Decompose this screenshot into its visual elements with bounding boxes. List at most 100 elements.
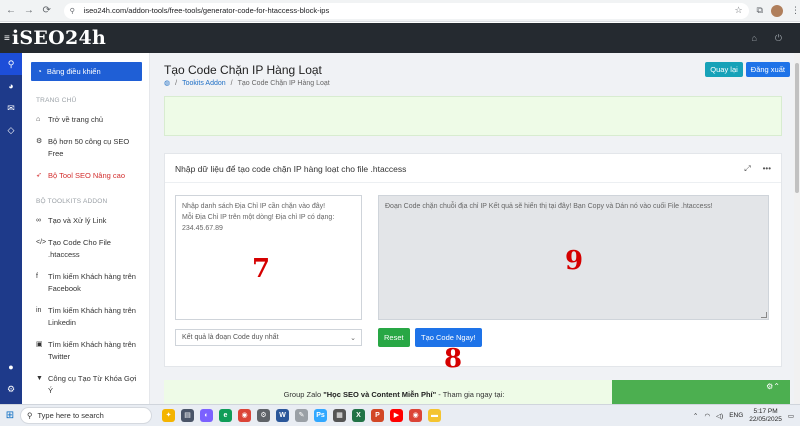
sidebar-item-label: Tìm kiếm Khách hàng trên Linkedin: [48, 306, 136, 327]
sidebar-item-links[interactable]: ∞ Tạo và Xử lý Link: [22, 215, 149, 227]
profile-avatar[interactable]: [770, 4, 783, 17]
chrome-icon[interactable]: ◉: [409, 409, 422, 422]
breadcrumb-separator: /: [230, 79, 233, 87]
app-icon[interactable]: ▦: [333, 409, 346, 422]
url-text: iseo24h.com/addon-tools/free-tools/gener…: [83, 6, 330, 15]
zalo-banner: Group Zalo "Học SEO và Content Miễn Phí"…: [164, 380, 624, 404]
settings-gear-icon[interactable]: ⚙: [0, 378, 22, 400]
site-logo[interactable]: iSEO24h: [12, 27, 106, 49]
photoshop-icon[interactable]: Ps: [314, 409, 327, 422]
forward-icon[interactable]: →: [22, 4, 36, 18]
powerpoint-icon[interactable]: P: [371, 409, 384, 422]
extensions-icon[interactable]: ⧉: [757, 5, 763, 16]
edge-icon[interactable]: e: [219, 409, 232, 422]
chrome-icon[interactable]: ◉: [238, 409, 251, 422]
output-placeholder: Đoạn Code chặn chuỗi địa chỉ IP Kết quả …: [385, 203, 713, 210]
user-icon[interactable]: ●: [0, 356, 22, 378]
youtube-icon[interactable]: ▶: [390, 409, 403, 422]
address-bar[interactable]: ⚲ iseo24h.com/addon-tools/free-tools/gen…: [63, 2, 749, 19]
sidebar-item-label: Công cụ Tạo Từ Khóa Gợi Ý: [48, 374, 137, 395]
sidebar-item-label: Tìm kiếm Khách hàng trên Twitter: [48, 340, 136, 361]
twitter-icon: ▣: [36, 341, 43, 348]
facebook-icon: f: [36, 273, 38, 280]
chat-widget[interactable]: ⚙⌃: [612, 380, 790, 404]
taskbar: ⊞ ⚲ Type here to search ✦ ▤ ◐ e ◉ ⚙ W ✎ …: [0, 404, 800, 426]
tool-icon[interactable]: ✎: [295, 409, 308, 422]
folder-icon[interactable]: ▬: [428, 409, 441, 422]
language-indicator[interactable]: ENG: [729, 412, 743, 419]
brand[interactable]: ≡ iSEO24h: [0, 27, 150, 49]
annotation-number-input: 7: [252, 254, 271, 284]
app-header: ≡ iSEO24h ⌂ ⏻: [0, 23, 800, 53]
search-icon[interactable]: ⚲: [0, 53, 22, 75]
notice-box: [164, 96, 782, 136]
settings-icon[interactable]: ⚙: [257, 409, 270, 422]
breadcrumb-current: Tạo Code Chặn IP Hàng Loạt: [237, 79, 330, 87]
linkedin-icon: in: [36, 307, 42, 314]
gauge-icon: ◔: [37, 67, 42, 76]
sidebar-item-twitter[interactable]: ▣ Tìm kiếm Khách hàng trên Twitter: [22, 339, 149, 363]
sidebar-item-label: Tìm kiếm Khách hàng trên Facebook: [48, 272, 136, 293]
excel-icon[interactable]: X: [352, 409, 365, 422]
word-icon[interactable]: W: [276, 409, 289, 422]
cog-icon: ⚙: [36, 138, 43, 145]
notifications-icon[interactable]: ▭: [788, 412, 794, 420]
back-button[interactable]: Quay lại: [705, 62, 743, 77]
sidebar-item-free-tools[interactable]: ⚙ Bộ hơn 50 công cụ SEO Free: [22, 136, 149, 160]
site-info-icon[interactable]: ⚲: [70, 7, 80, 15]
card-divider: [165, 182, 781, 183]
page-title: Tạo Code Chặn IP Hàng Loạt: [164, 63, 322, 77]
taskbar-search[interactable]: ⚲ Type here to search: [20, 407, 152, 424]
filter-icon: ▼: [36, 375, 43, 382]
clock-date: 22/05/2025: [749, 415, 782, 423]
globe-icon[interactable]: ◍: [164, 79, 170, 87]
menu-icon[interactable]: ≡: [4, 33, 10, 44]
bookmark-star-icon[interactable]: ☆: [734, 5, 742, 16]
sidebar-item-advanced-tools[interactable]: ➶ Bộ Tool SEO Nâng cao: [22, 170, 149, 182]
rocket-icon: ➶: [36, 172, 42, 179]
logout-button[interactable]: Đăng xuất: [745, 62, 790, 77]
tray-chevron-up-icon[interactable]: ⌃: [693, 412, 698, 420]
windows-start-icon[interactable]: ⊞: [0, 405, 20, 426]
breadcrumb: ◍ / Tookits Addon / Tạo Code Chặn IP Hàn…: [164, 79, 330, 88]
scrollbar-thumb[interactable]: [795, 63, 799, 193]
expand-icon[interactable]: ⤢: [744, 164, 750, 174]
dashboard-icon[interactable]: ◕: [0, 75, 22, 97]
volume-icon[interactable]: ◁): [716, 412, 723, 420]
icon-rail: ⚲ ◕ ✉ ◇ ● ⚙: [0, 53, 22, 404]
diamond-icon[interactable]: ◇: [0, 119, 22, 141]
back-icon[interactable]: ←: [4, 4, 18, 18]
code-icon: </>: [36, 239, 47, 246]
sidebar-dashboard-button[interactable]: ◔ Bảng điều khiển: [31, 62, 142, 81]
sidebar-item-keywords[interactable]: ▼ Công cụ Tạo Từ Khóa Gợi Ý: [22, 373, 149, 397]
zalo-prefix: Group Zalo: [283, 390, 324, 399]
reload-icon[interactable]: ⟳: [40, 4, 54, 18]
sidebar-section-home: TRANG CHỦ: [36, 97, 77, 104]
select-value: Kết quả là đoạn Code duy nhất: [182, 334, 279, 341]
page-scrollbar[interactable]: [794, 53, 800, 404]
house-icon: ⌂: [36, 116, 41, 123]
sidebar-item-facebook[interactable]: f Tìm kiếm Khách hàng trên Facebook: [22, 271, 149, 295]
sidebar-item-htaccess[interactable]: </> Tạo Code Cho File .htaccess: [22, 237, 149, 261]
chevron-down-icon: ⌄: [350, 334, 356, 342]
gear-icon[interactable]: ⚙⌃: [766, 382, 780, 391]
sidebar-item-linkedin[interactable]: in Tìm kiếm Khách hàng trên Linkedin: [22, 305, 149, 329]
app-icon[interactable]: ◐: [200, 409, 213, 422]
task-view-icon[interactable]: ▤: [181, 409, 194, 422]
reset-button[interactable]: Reset: [378, 328, 410, 347]
browser-toolbar: ← → ⟳ ⚲ iseo24h.com/addon-tools/free-too…: [0, 0, 800, 22]
home-icon[interactable]: ⌂: [751, 33, 756, 43]
breadcrumb-link-toolkits[interactable]: Tookits Addon: [182, 80, 226, 87]
more-options-icon[interactable]: •••: [763, 164, 771, 174]
sidebar: ◔ Bảng điều khiển TRANG CHỦ ⌂ Trở về tra…: [22, 53, 150, 404]
breadcrumb-separator: /: [175, 79, 178, 87]
power-icon[interactable]: ⏻: [775, 33, 782, 44]
clock[interactable]: 5:17 PM 22/05/2025: [749, 408, 782, 424]
network-icon[interactable]: ◠: [704, 412, 710, 420]
menu-kebab-icon[interactable]: ⋮: [791, 5, 800, 16]
sidebar-item-home[interactable]: ⌂ Trở về trang chủ: [22, 114, 149, 126]
copilot-sparkle-icon[interactable]: ✦: [162, 409, 175, 422]
mail-icon[interactable]: ✉: [0, 97, 22, 119]
output-mode-select[interactable]: Kết quả là đoạn Code duy nhất ⌄: [175, 329, 362, 346]
resize-handle-icon[interactable]: [761, 312, 767, 318]
